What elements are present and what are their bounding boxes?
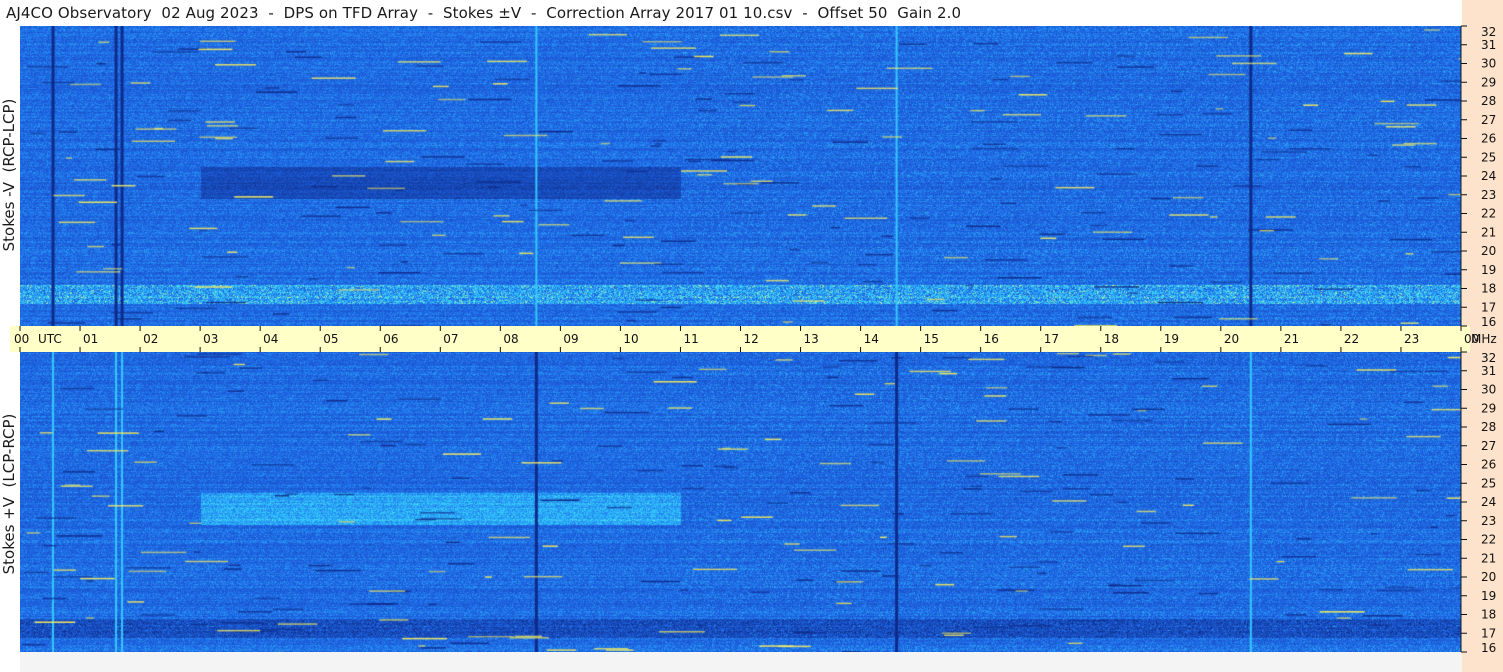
x-tick-label: 03 [203, 332, 218, 346]
y-tick-label: 24 [1481, 169, 1496, 183]
y-tick-label: 31 [1481, 38, 1496, 52]
y-tick-label: 28 [1481, 420, 1496, 434]
y-tick-label: 29 [1481, 75, 1496, 89]
x-tick-label: 12 [744, 332, 759, 346]
y-tick-label: 27 [1481, 113, 1496, 127]
y-tick-label: 17 [1481, 300, 1496, 314]
y-tick-label: 16 [1481, 641, 1496, 655]
y-tick-label: 28 [1481, 94, 1496, 108]
x-tick-label: 00 [14, 332, 29, 346]
y-tick-label: 18 [1481, 608, 1496, 622]
x-tick-label: 11 [683, 332, 698, 346]
y-tick-label: 17 [1481, 626, 1496, 640]
y-tick-label: 26 [1481, 132, 1496, 146]
chart-axes: 00 01 02 03 04 05 06 07 08 09 10 11 12 13 14 15 16 17 18 19… [14, 25, 1497, 655]
y-tick-label: 22 [1481, 533, 1496, 547]
y-tick-label: 25 [1481, 150, 1496, 164]
x-tick-label: 06 [383, 332, 398, 346]
x-tick-label: 01 [83, 332, 98, 346]
y-tick-label: 26 [1481, 458, 1496, 472]
x-tick-label: 23 [1404, 332, 1419, 346]
y-tick-label: 30 [1481, 383, 1496, 397]
y-tick-label: 20 [1481, 570, 1496, 584]
y-tick-label: 29 [1481, 401, 1496, 415]
y-tick-label: 32 [1481, 351, 1496, 365]
x-tick-label: 19 [1164, 332, 1179, 346]
y-tick-label: 19 [1481, 263, 1496, 277]
x-tick-label: 15 [924, 332, 939, 346]
y-tick-label: 16 [1481, 315, 1496, 329]
x-tick-label: 09 [563, 332, 578, 346]
x-tick-label: 10 [623, 332, 638, 346]
y-tick-label: 23 [1481, 188, 1496, 202]
x-axis-label: UTC [38, 332, 62, 346]
x-tick-label: 04 [263, 332, 278, 346]
y-tick-label: 31 [1481, 364, 1496, 378]
x-tick-label: 18 [1104, 332, 1119, 346]
y-tick-label: 25 [1481, 476, 1496, 490]
frequency-unit-label: MHz [1471, 332, 1497, 346]
x-tick-label: 08 [503, 332, 518, 346]
x-tick-label: 20 [1224, 332, 1239, 346]
x-tick-label: 22 [1344, 332, 1359, 346]
x-tick-label: 17 [1044, 332, 1059, 346]
x-tick-label: 13 [804, 332, 819, 346]
x-tick-label: 02 [143, 332, 158, 346]
y-tick-label: 22 [1481, 207, 1496, 221]
x-tick-label: 14 [864, 332, 879, 346]
y-tick-label: 21 [1481, 225, 1496, 239]
y-tick-label: 27 [1481, 439, 1496, 453]
x-tick-label: 16 [984, 332, 999, 346]
x-tick-label: 21 [1284, 332, 1299, 346]
x-tick-label: 05 [323, 332, 338, 346]
y-tick-label: 23 [1481, 514, 1496, 528]
y-tick-label: 20 [1481, 244, 1496, 258]
y-tick-label: 32 [1481, 25, 1496, 39]
y-tick-label: 24 [1481, 495, 1496, 509]
y-tick-label: 19 [1481, 589, 1496, 603]
y-tick-label: 30 [1481, 57, 1496, 71]
x-tick-label: 07 [443, 332, 458, 346]
y-tick-label: 18 [1481, 282, 1496, 296]
y-tick-label: 21 [1481, 551, 1496, 565]
